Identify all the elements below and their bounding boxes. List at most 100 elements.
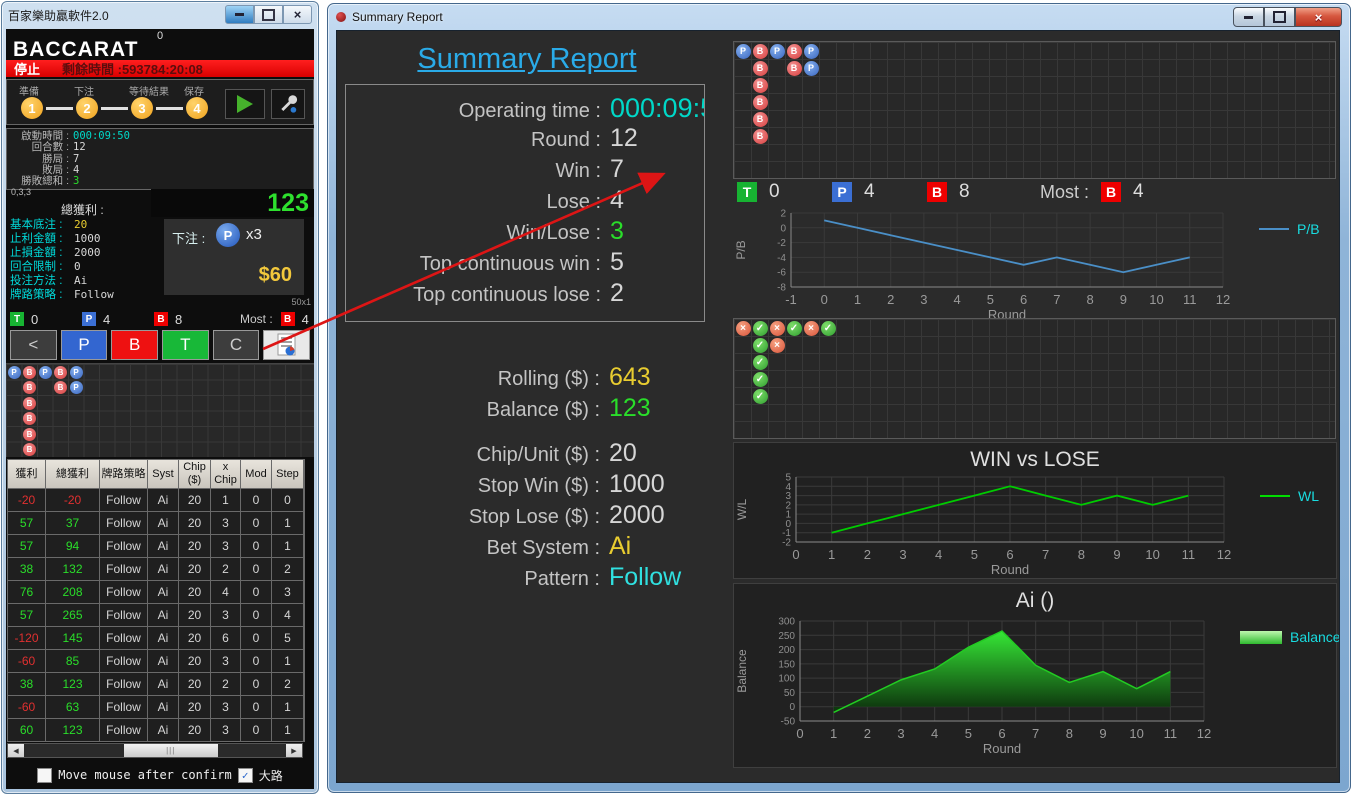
banker-bead: B <box>753 78 768 93</box>
setting-label: 回合限制 : <box>10 260 72 274</box>
money-label: Rolling ($) : <box>345 368 600 391</box>
stop-label[interactable]: 停止 <box>14 59 40 78</box>
table-cell: Ai <box>148 696 178 718</box>
summary-value: 3 <box>610 217 624 246</box>
money-value: Follow <box>609 563 681 592</box>
svg-text:8: 8 <box>1066 726 1073 741</box>
minimize-button[interactable] <box>225 5 254 24</box>
bet-buttons-row: <PBTC <box>10 330 310 360</box>
money-row: Stop Win ($) :1000 <box>345 470 705 501</box>
player-bead: P <box>804 44 819 59</box>
table-cell: 57 <box>8 512 45 534</box>
table-cell: Ai <box>148 535 178 557</box>
summary-value: 2 <box>610 279 624 308</box>
lose-bead: × <box>770 338 785 353</box>
move-mouse-checkbox[interactable] <box>37 768 52 783</box>
table-cell: 3 <box>211 535 240 557</box>
money-label: Pattern : <box>345 568 600 591</box>
count-value: 8 <box>959 181 970 203</box>
banker-bead: B <box>787 44 802 59</box>
table-cell: 4 <box>272 604 303 626</box>
table-cell: Follow <box>100 581 147 603</box>
scroll-thumb[interactable]: ||| <box>124 744 218 757</box>
table-header-cell: Chip ($) <box>179 460 210 488</box>
table-cell: 2 <box>272 673 303 695</box>
result-counts-row: T0P4B8Most :B4 <box>10 310 314 328</box>
maximize-button[interactable] <box>254 5 283 24</box>
step-number-badge: 1 <box>21 97 43 119</box>
svg-text:200: 200 <box>778 645 795 656</box>
close-button[interactable]: × <box>283 5 312 24</box>
count-T: T0 <box>10 312 82 327</box>
back-button[interactable]: < <box>10 330 57 360</box>
settings-button[interactable] <box>271 89 305 119</box>
scroll-right-arrow[interactable]: ▶ <box>286 744 302 757</box>
svg-text:1: 1 <box>828 547 835 562</box>
table-cell: 132 <box>46 558 99 580</box>
stat-label: 回合數 : <box>7 142 69 153</box>
winlose-chart: 543210-1-20123456789101112RoundW/LWL <box>734 472 1336 585</box>
win-bead: ✓ <box>753 321 768 336</box>
open-report-button[interactable] <box>263 330 310 360</box>
win-bead: ✓ <box>753 355 768 370</box>
money-value: 123 <box>609 394 651 423</box>
svg-text:300: 300 <box>778 617 795 628</box>
setting-value: 20 <box>74 218 87 232</box>
step-label: 準備 <box>19 83 39 98</box>
money-row: Rolling ($) :643 <box>345 363 705 394</box>
setting-label: 投注方法 : <box>10 274 72 288</box>
summary-value: 4 <box>610 186 624 215</box>
summary-row: Round :12 <box>346 124 704 155</box>
table-cell: 1 <box>272 535 303 557</box>
summary-value: 5 <box>610 248 624 277</box>
p-badge: P <box>82 312 96 326</box>
stat-row: 勝局 :7 <box>7 154 313 165</box>
bet-player-button[interactable]: P <box>61 330 108 360</box>
summary-close-button[interactable]: × <box>1295 7 1342 27</box>
report-heading: Summary Report <box>407 43 647 76</box>
table-cell: 0 <box>241 673 271 695</box>
step-connector <box>101 107 128 110</box>
summary-maximize-button[interactable] <box>1264 7 1295 27</box>
table-cell: -60 <box>8 696 45 718</box>
svg-text:5: 5 <box>965 726 972 741</box>
dalu-checkbox[interactable]: ✓ <box>238 768 253 783</box>
setting-value: Follow <box>74 288 114 302</box>
balance-chart-panel: Ai () 300250200150100500-500123456789101… <box>733 583 1337 768</box>
summary-row: Top continuous lose :2 <box>346 279 704 310</box>
table-cell: Ai <box>148 489 178 511</box>
svg-text:6: 6 <box>1020 292 1027 307</box>
main-window-titlebar[interactable]: 百家樂助贏軟件2.0 × <box>2 2 318 28</box>
summary-value: 000:09:50 <box>610 93 705 124</box>
banker-bead: B <box>23 428 36 441</box>
setting-value: 0 <box>74 260 81 274</box>
banker-bead: B <box>753 61 768 76</box>
win-bead: ✓ <box>753 372 768 387</box>
table-cell: Follow <box>100 696 147 718</box>
svg-text:11: 11 <box>1164 726 1178 741</box>
table-cell: 20 <box>179 489 210 511</box>
banker-bead: B <box>54 366 67 379</box>
bet-banker-button[interactable]: B <box>111 330 158 360</box>
table-cell: 0 <box>272 489 303 511</box>
bet-settings-list: 基本底注 :20止利金額 :1000止損金額 :2000回合限制 :0投注方法 … <box>10 218 160 302</box>
svg-text:150: 150 <box>778 659 795 670</box>
legend-label: P/B <box>1297 221 1320 237</box>
summary-label: Operating time : <box>346 100 601 123</box>
summary-minimize-button[interactable] <box>1233 7 1264 27</box>
chart-plot: 543210-1-20123456789101112RoundW/L <box>734 472 1234 585</box>
money-value: Ai <box>609 532 631 561</box>
scroll-track[interactable]: ||| <box>24 744 286 757</box>
summary-value: 12 <box>610 124 638 153</box>
money-label: Bet System : <box>345 537 600 560</box>
player-bead: P <box>70 381 83 394</box>
bet-tie-button[interactable]: T <box>162 330 209 360</box>
scroll-left-arrow[interactable]: ◀ <box>8 744 24 757</box>
start-button[interactable] <box>225 89 265 119</box>
svg-text:250: 250 <box>778 631 795 642</box>
clear-button[interactable]: C <box>213 330 260 360</box>
summary-window-titlebar[interactable]: Summary Report × <box>328 4 1350 29</box>
t-badge: T <box>10 312 24 326</box>
svg-text:-1: -1 <box>785 292 797 307</box>
table-cell: -20 <box>8 489 45 511</box>
